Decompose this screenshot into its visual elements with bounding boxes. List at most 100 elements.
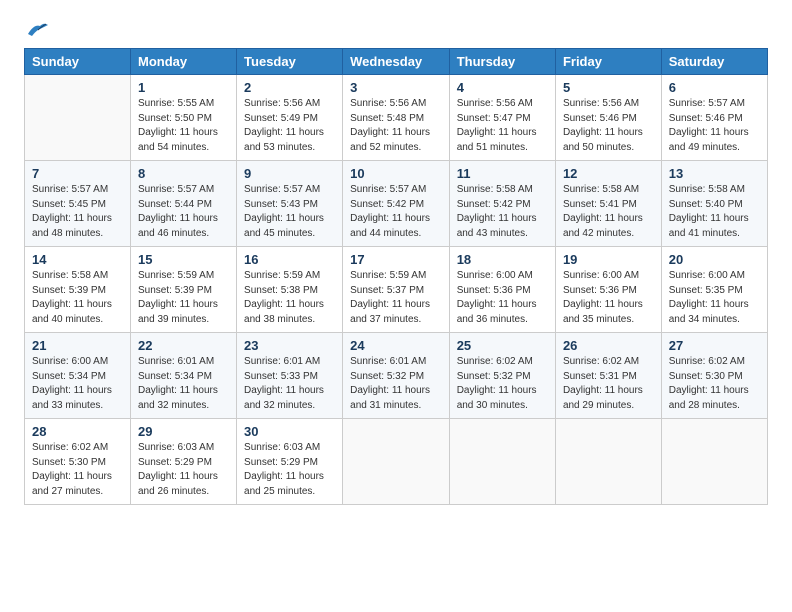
day-number: 5 — [563, 80, 654, 95]
day-info: Sunrise: 5:58 AM Sunset: 5:39 PM Dayligh… — [32, 269, 123, 327]
calendar-day-cell: 22 Sunrise: 6:01 AM Sunset: 5:34 PM Dayli… — [131, 333, 237, 419]
day-number: 17 — [350, 252, 442, 267]
calendar-week-row: 1Sunrise: 5:55 AM Sunset: 5:50 PM Daylig… — [25, 75, 768, 161]
day-info: Sunrise: 5:56 AM Sunset: 5:48 PM Dayligh… — [350, 97, 442, 155]
day-number: 9 — [244, 166, 335, 181]
day-number: 25 — [457, 338, 548, 353]
day-number: 24 — [350, 338, 442, 353]
day-info: Sunrise: 5:58 AM Sunset: 5:42 PM Dayligh… — [457, 183, 548, 241]
day-number: 6 — [669, 80, 760, 95]
day-number: 12 — [563, 166, 654, 181]
calendar-day-cell: 6 Sunrise: 5:57 AM Sunset: 5:46 PM Daylig… — [661, 75, 767, 161]
day-number: 2 — [244, 80, 335, 95]
calendar-table: SundayMondayTuesdayWednesdayThursdayFrid… — [24, 48, 768, 505]
day-info: Sunrise: 5:56 AM Sunset: 5:49 PM Dayligh… — [244, 97, 335, 155]
day-info: Sunrise: 5:58 AM Sunset: 5:40 PM Dayligh… — [669, 183, 760, 241]
day-info: Sunrise: 6:01 AM Sunset: 5:33 PM Dayligh… — [244, 355, 335, 413]
calendar-day-cell: 21 Sunrise: 6:00 AM Sunset: 5:34 PM Dayli… — [25, 333, 131, 419]
calendar-week-row: 14 Sunrise: 5:58 AM Sunset: 5:39 PM Dayli… — [25, 247, 768, 333]
day-number: 3 — [350, 80, 442, 95]
day-info: Sunrise: 6:00 AM Sunset: 5:35 PM Dayligh… — [669, 269, 760, 327]
calendar-day-cell: 5Sunrise: 5:56 AM Sunset: 5:46 PM Daylig… — [555, 75, 661, 161]
calendar-day-cell: 10Sunrise: 5:57 AM Sunset: 5:42 PM Dayli… — [343, 161, 450, 247]
calendar-day-cell: 30 Sunrise: 6:03 AM Sunset: 5:29 PM Dayli… — [237, 419, 343, 505]
day-info: Sunrise: 6:01 AM Sunset: 5:34 PM Dayligh… — [138, 355, 229, 413]
day-number: 28 — [32, 424, 123, 439]
day-number: 7 — [32, 166, 123, 181]
calendar-day-header: Monday — [131, 49, 237, 75]
day-number: 20 — [669, 252, 760, 267]
day-number: 21 — [32, 338, 123, 353]
day-number: 4 — [457, 80, 548, 95]
day-number: 23 — [244, 338, 335, 353]
calendar-day-cell — [555, 419, 661, 505]
day-info: Sunrise: 6:01 AM Sunset: 5:32 PM Dayligh… — [350, 355, 442, 413]
calendar-day-cell — [343, 419, 450, 505]
day-info: Sunrise: 6:02 AM Sunset: 5:32 PM Dayligh… — [457, 355, 548, 413]
day-info: Sunrise: 5:58 AM Sunset: 5:41 PM Dayligh… — [563, 183, 654, 241]
day-number: 30 — [244, 424, 335, 439]
calendar-day-header: Tuesday — [237, 49, 343, 75]
calendar-day-cell: 8 Sunrise: 5:57 AM Sunset: 5:44 PM Daylig… — [131, 161, 237, 247]
calendar-day-cell: 9 Sunrise: 5:57 AM Sunset: 5:43 PM Daylig… — [237, 161, 343, 247]
day-info: Sunrise: 6:02 AM Sunset: 5:31 PM Dayligh… — [563, 355, 654, 413]
calendar-day-cell: 12 Sunrise: 5:58 AM Sunset: 5:41 PM Dayli… — [555, 161, 661, 247]
calendar-day-cell: 7 Sunrise: 5:57 AM Sunset: 5:45 PM Daylig… — [25, 161, 131, 247]
calendar-day-header: Friday — [555, 49, 661, 75]
day-number: 14 — [32, 252, 123, 267]
calendar-day-cell: 1Sunrise: 5:55 AM Sunset: 5:50 PM Daylig… — [131, 75, 237, 161]
day-info: Sunrise: 5:59 AM Sunset: 5:38 PM Dayligh… — [244, 269, 335, 327]
calendar-header-row: SundayMondayTuesdayWednesdayThursdayFrid… — [25, 49, 768, 75]
day-number: 22 — [138, 338, 229, 353]
day-number: 26 — [563, 338, 654, 353]
calendar-day-cell: 13 Sunrise: 5:58 AM Sunset: 5:40 PM Dayli… — [661, 161, 767, 247]
calendar-day-cell: 14 Sunrise: 5:58 AM Sunset: 5:39 PM Dayli… — [25, 247, 131, 333]
calendar-day-cell: 24 Sunrise: 6:01 AM Sunset: 5:32 PM Dayli… — [343, 333, 450, 419]
calendar-day-header: Saturday — [661, 49, 767, 75]
calendar-day-cell: 4 Sunrise: 5:56 AM Sunset: 5:47 PM Daylig… — [449, 75, 555, 161]
calendar-day-cell: 23 Sunrise: 6:01 AM Sunset: 5:33 PM Dayli… — [237, 333, 343, 419]
day-info: Sunrise: 5:57 AM Sunset: 5:43 PM Dayligh… — [244, 183, 335, 241]
calendar-day-cell — [449, 419, 555, 505]
calendar-day-cell: 15Sunrise: 5:59 AM Sunset: 5:39 PM Dayli… — [131, 247, 237, 333]
day-number: 16 — [244, 252, 335, 267]
day-info: Sunrise: 6:03 AM Sunset: 5:29 PM Dayligh… — [138, 441, 229, 499]
calendar-day-cell: 16 Sunrise: 5:59 AM Sunset: 5:38 PM Dayli… — [237, 247, 343, 333]
day-info: Sunrise: 6:02 AM Sunset: 5:30 PM Dayligh… — [32, 441, 123, 499]
page-header — [24, 20, 768, 38]
calendar-day-cell: 11 Sunrise: 5:58 AM Sunset: 5:42 PM Dayli… — [449, 161, 555, 247]
calendar-day-cell — [25, 75, 131, 161]
calendar-week-row: 7 Sunrise: 5:57 AM Sunset: 5:45 PM Daylig… — [25, 161, 768, 247]
day-number: 15 — [138, 252, 229, 267]
day-info: Sunrise: 5:57 AM Sunset: 5:46 PM Dayligh… — [669, 97, 760, 155]
day-info: Sunrise: 5:57 AM Sunset: 5:42 PM Dayligh… — [350, 183, 442, 241]
day-info: Sunrise: 6:00 AM Sunset: 5:34 PM Dayligh… — [32, 355, 123, 413]
logo-bird-icon — [26, 20, 48, 38]
calendar-day-cell: 29 Sunrise: 6:03 AM Sunset: 5:29 PM Dayli… — [131, 419, 237, 505]
calendar-day-cell: 20 Sunrise: 6:00 AM Sunset: 5:35 PM Dayli… — [661, 247, 767, 333]
calendar-day-cell: 3 Sunrise: 5:56 AM Sunset: 5:48 PM Daylig… — [343, 75, 450, 161]
day-info: Sunrise: 6:03 AM Sunset: 5:29 PM Dayligh… — [244, 441, 335, 499]
day-number: 27 — [669, 338, 760, 353]
day-info: Sunrise: 6:02 AM Sunset: 5:30 PM Dayligh… — [669, 355, 760, 413]
calendar-day-cell: 18Sunrise: 6:00 AM Sunset: 5:36 PM Dayli… — [449, 247, 555, 333]
day-info: Sunrise: 5:57 AM Sunset: 5:44 PM Dayligh… — [138, 183, 229, 241]
day-number: 19 — [563, 252, 654, 267]
logo-text — [24, 20, 48, 38]
day-number: 1 — [138, 80, 229, 95]
day-info: Sunrise: 5:56 AM Sunset: 5:47 PM Dayligh… — [457, 97, 548, 155]
day-number: 11 — [457, 166, 548, 181]
day-info: Sunrise: 6:00 AM Sunset: 5:36 PM Dayligh… — [457, 269, 548, 327]
day-number: 29 — [138, 424, 229, 439]
calendar-day-cell: 2 Sunrise: 5:56 AM Sunset: 5:49 PM Daylig… — [237, 75, 343, 161]
calendar-week-row: 28 Sunrise: 6:02 AM Sunset: 5:30 PM Dayli… — [25, 419, 768, 505]
day-info: Sunrise: 6:00 AM Sunset: 5:36 PM Dayligh… — [563, 269, 654, 327]
calendar-day-cell: 19 Sunrise: 6:00 AM Sunset: 5:36 PM Dayli… — [555, 247, 661, 333]
day-number: 13 — [669, 166, 760, 181]
calendar-week-row: 21 Sunrise: 6:00 AM Sunset: 5:34 PM Dayli… — [25, 333, 768, 419]
logo — [24, 20, 48, 38]
calendar-day-header: Wednesday — [343, 49, 450, 75]
day-info: Sunrise: 5:57 AM Sunset: 5:45 PM Dayligh… — [32, 183, 123, 241]
calendar-day-cell — [661, 419, 767, 505]
day-number: 8 — [138, 166, 229, 181]
